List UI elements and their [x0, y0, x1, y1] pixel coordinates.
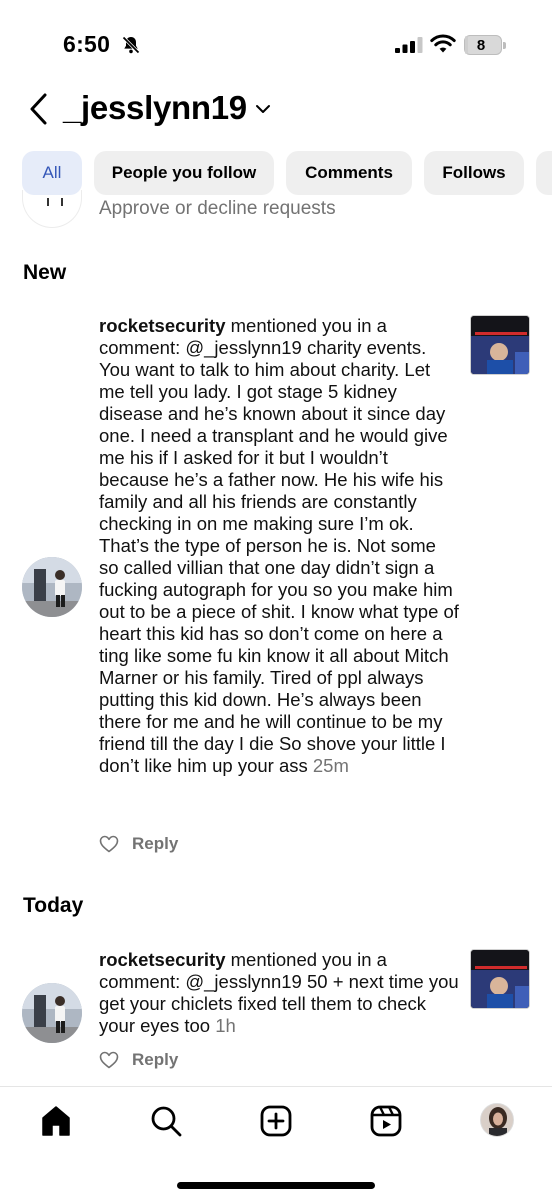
- battery-level: 8: [476, 37, 486, 54]
- user-avatar[interactable]: [22, 983, 82, 1043]
- profile-avatar[interactable]: [480, 1103, 514, 1137]
- post-thumbnail-image: [471, 950, 529, 1008]
- filter-chip-people-you-follow[interactable]: People you follow: [94, 151, 274, 195]
- filter-chips: All People you follow Comments Follows: [0, 151, 552, 197]
- notification-text: rocketsecurity mentioned you in a commen…: [99, 315, 459, 777]
- notification-username[interactable]: rocketsecurity: [99, 949, 225, 970]
- notification-text: rocketsecurity mentioned you in a commen…: [99, 949, 459, 1037]
- avatar-photo: [22, 557, 82, 617]
- bell-off-icon: [122, 36, 140, 54]
- signal-icon: [395, 37, 423, 53]
- section-title-new: New: [23, 261, 67, 284]
- create-icon[interactable]: [259, 1104, 293, 1138]
- user-avatar[interactable]: [22, 557, 82, 617]
- post-thumbnail[interactable]: [470, 949, 530, 1009]
- reply-row: Reply: [99, 832, 178, 856]
- battery-icon: 8: [464, 35, 506, 55]
- status-time: 6:50: [63, 31, 111, 57]
- notification-username[interactable]: rocketsecurity: [99, 315, 225, 336]
- battery-cap: [503, 42, 506, 49]
- filter-chip-all[interactable]: All: [22, 151, 82, 195]
- home-icon[interactable]: [39, 1104, 73, 1138]
- filter-chip-comments[interactable]: Comments: [286, 151, 412, 195]
- chevron-down-icon[interactable]: [255, 103, 271, 115]
- notification-time: 25m: [312, 755, 349, 776]
- wifi-icon: [430, 34, 456, 53]
- status-bar: 6:50 8: [0, 0, 552, 92]
- follow-requests-avatar[interactable]: [22, 190, 82, 228]
- post-thumbnail[interactable]: [470, 315, 530, 375]
- post-thumbnail-image: [471, 316, 529, 374]
- account-name[interactable]: _jesslynn19: [63, 89, 247, 127]
- profile-photo: [481, 1104, 513, 1136]
- back-icon[interactable]: [26, 91, 52, 127]
- reels-icon[interactable]: [369, 1104, 403, 1138]
- reply-button[interactable]: Reply: [132, 1050, 178, 1070]
- home-indicator: [177, 1182, 375, 1189]
- filter-chip-follows[interactable]: Follows: [424, 151, 524, 195]
- reply-button[interactable]: Reply: [132, 834, 178, 854]
- search-icon[interactable]: [149, 1104, 183, 1138]
- follow-requests-subtitle[interactable]: Approve or decline requests: [99, 198, 336, 220]
- filter-chip-more[interactable]: [536, 151, 552, 195]
- avatar-photo: [22, 983, 82, 1043]
- header: _jesslynn19: [0, 85, 552, 137]
- heart-icon[interactable]: [99, 1051, 119, 1069]
- section-title-today: Today: [23, 894, 84, 917]
- notification-message: mentioned you in a comment: @_jesslynn19…: [99, 315, 459, 776]
- notification-time: 1h: [215, 1015, 236, 1036]
- reply-row: Reply: [99, 1048, 178, 1072]
- heart-icon[interactable]: [99, 835, 119, 853]
